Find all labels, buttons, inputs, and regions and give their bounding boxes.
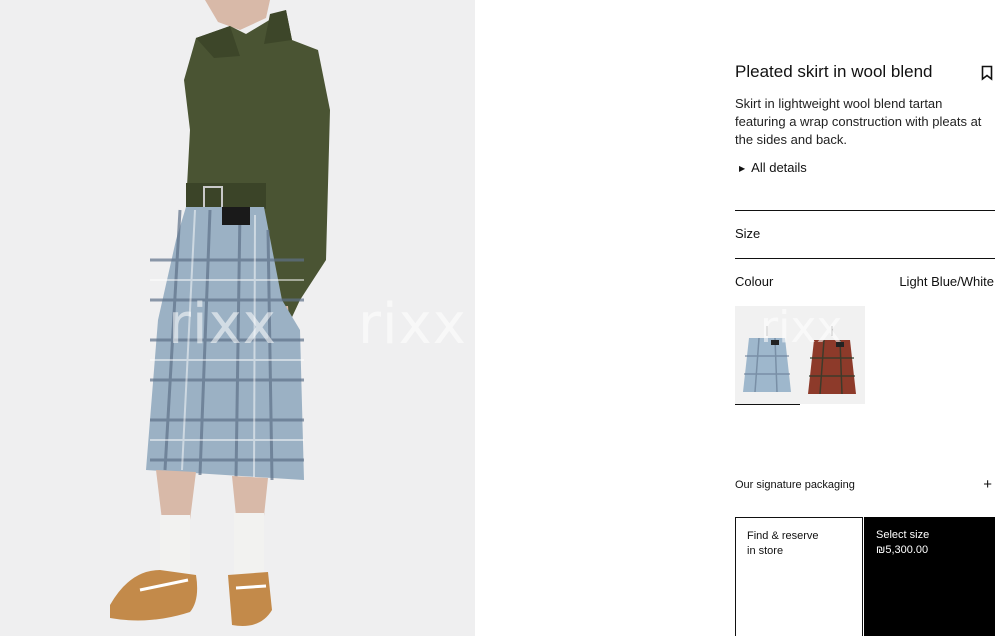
signature-packaging-accordion[interactable]: Our signature packaging + (735, 476, 995, 493)
select-size-button[interactable]: Select size ₪5,300.00 (864, 517, 995, 636)
find-reserve-in-store-button[interactable]: Find & reserve in store (735, 517, 863, 636)
product-info-panel: Pleated skirt in wool blend Skirt in lig… (735, 0, 995, 636)
colour-swatch-red-tartan[interactable] (800, 306, 865, 404)
all-details-toggle[interactable]: ▶ All details (739, 160, 807, 175)
all-details-label: All details (751, 160, 807, 175)
find-reserve-line2: in store (747, 545, 784, 557)
product-price: ₪5,300.00 (876, 544, 929, 556)
divider (735, 258, 995, 259)
size-selector[interactable]: Size (735, 226, 760, 241)
select-size-label: Select size (876, 529, 930, 541)
find-reserve-line1: Find & reserve (747, 530, 819, 542)
plus-icon: + (983, 476, 992, 493)
colour-row: Colour Light Blue/White (735, 274, 995, 289)
size-label: Size (735, 226, 761, 241)
divider (735, 210, 995, 211)
skirt-thumbnail (808, 326, 856, 395)
title-row: Pleated skirt in wool blend (735, 62, 995, 84)
colour-label: Colour (735, 274, 774, 289)
product-description: Skirt in lightweight wool blend tartan f… (735, 96, 982, 147)
watermark-text: rixx (168, 292, 277, 357)
packaging-label: Our signature packaging (735, 479, 855, 491)
colour-selected-value: Light Blue/White (899, 274, 994, 289)
bookmark-icon[interactable] (981, 65, 993, 81)
skirt-thumbnail (743, 326, 791, 393)
product-title: Pleated skirt in wool blend (735, 62, 933, 81)
triangle-right-icon: ▶ (739, 164, 746, 173)
watermark-text: rixx (358, 292, 467, 357)
colour-swatch-light-blue-white[interactable] (735, 306, 800, 405)
product-image: rixx rixx (0, 0, 475, 636)
